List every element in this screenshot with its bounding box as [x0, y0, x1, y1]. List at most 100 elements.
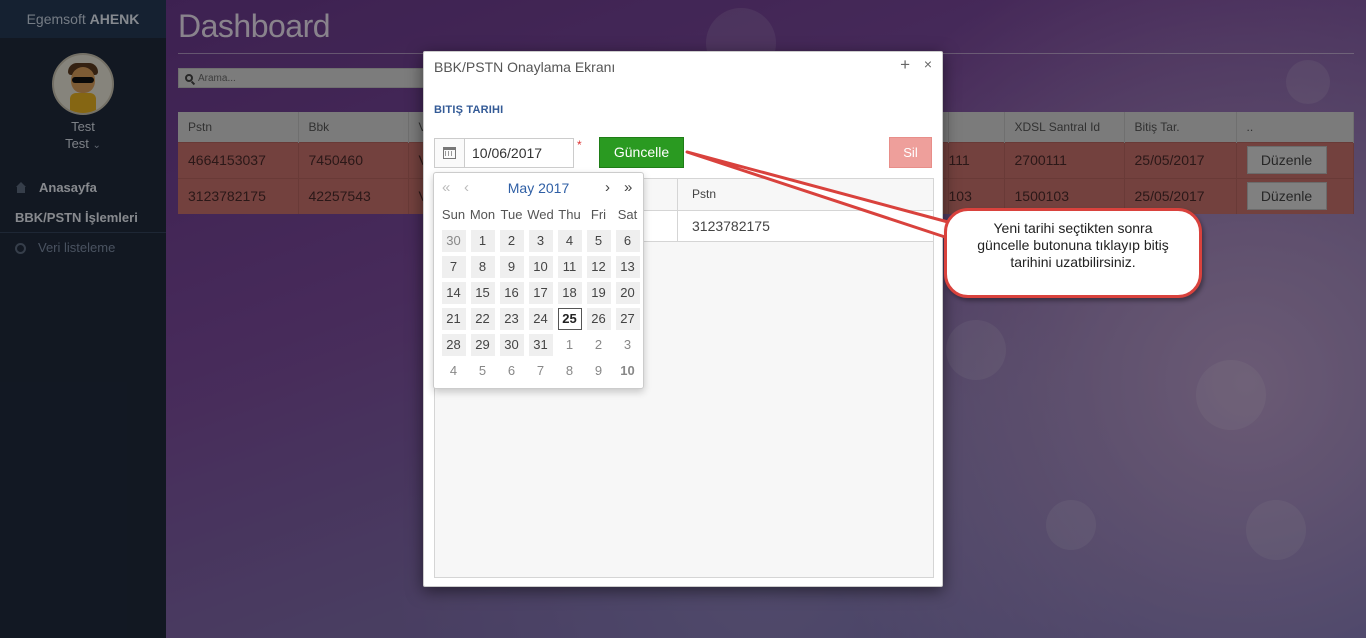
day-label: 9	[586, 360, 611, 382]
day-cell[interactable]: 12	[584, 255, 613, 281]
day-label: 1	[557, 334, 582, 356]
weekday-label: Mon	[469, 207, 496, 222]
day-cell[interactable]: 5	[468, 359, 497, 385]
weekday-label: Sat	[617, 207, 638, 222]
day-cell[interactable]: 14	[439, 281, 468, 307]
day-label: 22	[470, 308, 495, 330]
day-label: 11	[557, 256, 582, 278]
next-month-icon[interactable]: ›	[605, 179, 610, 196]
day-cell[interactable]: 2	[497, 229, 526, 255]
day-cell[interactable]: 3	[526, 229, 555, 255]
day-cell[interactable]: 27	[613, 307, 642, 333]
day-cell[interactable]: 11	[555, 255, 584, 281]
callout-line: tarihini uzatbilirsiniz.	[1010, 254, 1136, 270]
day-label: 30	[499, 334, 524, 356]
weekday-label: Wed	[527, 207, 554, 222]
required-marker: *	[577, 138, 582, 152]
day-label: 23	[499, 308, 524, 330]
end-date-input[interactable]	[465, 139, 573, 167]
day-cell[interactable]: 7	[526, 359, 555, 385]
day-label: 2	[499, 230, 524, 252]
day-label: 10	[528, 256, 553, 278]
weekday-label: Thu	[558, 207, 581, 222]
datepicker-month[interactable]: May 2017	[434, 180, 643, 196]
day-cell[interactable]: 28	[439, 333, 468, 359]
day-cell[interactable]: 3	[613, 333, 642, 359]
day-cell[interactable]: 13	[613, 255, 642, 281]
day-cell[interactable]: 15	[468, 281, 497, 307]
day-cell[interactable]: 26	[584, 307, 613, 333]
calendar-addon[interactable]	[435, 139, 465, 167]
end-date-label: BITIŞ TARIHI	[434, 104, 504, 116]
day-cell[interactable]: 1	[555, 333, 584, 359]
column-header[interactable]: Pstn	[677, 179, 933, 211]
day-cell[interactable]: 17	[526, 281, 555, 307]
day-cell[interactable]: 5	[584, 229, 613, 255]
datepicker-header: « ‹ May 2017 › »	[434, 173, 643, 203]
day-cell[interactable]: 23	[497, 307, 526, 333]
day-label: 31	[528, 334, 553, 356]
day-cell[interactable]: 21	[439, 307, 468, 333]
day-cell[interactable]: 31	[526, 333, 555, 359]
day-cell[interactable]: 22	[468, 307, 497, 333]
datepicker-grid: Sun Mon Tue Wed Thu Fri Sat 30 1 2 3 4 5 6 7 8 9 10 11 12 13…	[439, 203, 642, 385]
day-cell[interactable]: 24	[526, 307, 555, 333]
day-cell[interactable]: 2	[584, 333, 613, 359]
day-cell[interactable]: 20	[613, 281, 642, 307]
day-label: 16	[499, 282, 524, 304]
pstn-cell: 3123782175	[677, 210, 933, 242]
weekday-label: Tue	[500, 207, 523, 222]
day-label: 4	[441, 360, 466, 382]
close-icon[interactable]: ×	[924, 56, 932, 72]
day-cell[interactable]: 1	[468, 229, 497, 255]
day-cell[interactable]: 4	[555, 229, 584, 255]
next-year-icon[interactable]: »	[624, 179, 632, 196]
day-label: 17	[528, 282, 553, 304]
week-row: 14 15 16 17 18 19 20	[439, 281, 642, 307]
calendar-icon	[443, 147, 456, 159]
day-label: 15	[470, 282, 495, 304]
day-cell[interactable]: 19	[584, 281, 613, 307]
day-label: 29	[470, 334, 495, 356]
delete-button[interactable]: Sil	[889, 137, 932, 168]
day-cell[interactable]: 4	[439, 359, 468, 385]
day-label: 19	[586, 282, 611, 304]
day-cell[interactable]: 30	[439, 229, 468, 255]
callout-line: Yeni tarihi seçtikten sonra	[993, 220, 1153, 236]
day-cell[interactable]: 6	[613, 229, 642, 255]
day-cell[interactable]: 9	[497, 255, 526, 281]
day-cell[interactable]: 8	[468, 255, 497, 281]
day-label: 10	[615, 360, 640, 382]
day-label: 5	[470, 360, 495, 382]
end-date-field[interactable]	[434, 138, 574, 168]
day-cell[interactable]: 16	[497, 281, 526, 307]
day-cell[interactable]: 10	[526, 255, 555, 281]
update-button[interactable]: Güncelle	[599, 137, 684, 168]
day-label: 8	[557, 360, 582, 382]
day-cell[interactable]: 25	[555, 307, 584, 333]
help-callout: Yeni tarihi seçtikten sonra güncelle but…	[944, 208, 1202, 298]
day-label: 30	[441, 230, 466, 252]
day-cell[interactable]: 30	[497, 333, 526, 359]
week-row: 4 5 6 7 8 9 10	[439, 359, 642, 385]
day-label: 7	[528, 360, 553, 382]
week-row: 28 29 30 31 1 2 3	[439, 333, 642, 359]
day-label: 28	[441, 334, 466, 356]
day-label: 6	[499, 360, 524, 382]
day-label: 26	[586, 308, 611, 330]
day-cell[interactable]: 7	[439, 255, 468, 281]
day-cell[interactable]: 9	[584, 359, 613, 385]
day-cell[interactable]: 18	[555, 281, 584, 307]
day-label: 18	[557, 282, 582, 304]
callout-line: güncelle butonuna tıklayıp bitiş	[977, 237, 1169, 253]
day-label: 3	[528, 230, 553, 252]
day-cell[interactable]: 8	[555, 359, 584, 385]
week-row: 30 1 2 3 4 5 6	[439, 229, 642, 255]
day-label: 21	[441, 308, 466, 330]
day-label: 3	[615, 334, 640, 356]
day-cell[interactable]: 10	[613, 359, 642, 385]
maximize-icon[interactable]: +	[900, 55, 910, 75]
day-cell[interactable]: 29	[468, 333, 497, 359]
day-cell[interactable]: 6	[497, 359, 526, 385]
weekday-row: Sun Mon Tue Wed Thu Fri Sat	[439, 203, 642, 229]
